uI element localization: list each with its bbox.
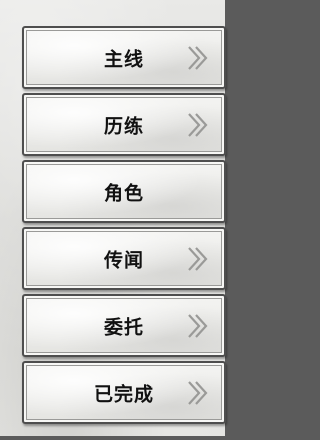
double-chevron-right-icon (186, 112, 210, 138)
double-chevron-right-icon (186, 45, 210, 71)
menu-item-label: 角色 (103, 182, 144, 204)
menu-item-rumors[interactable]: 传闻 (22, 227, 226, 290)
double-chevron-right-icon (186, 246, 210, 272)
menu-item-training[interactable]: 历练 (22, 93, 226, 156)
menu-item-commissions[interactable]: 委托 (22, 294, 226, 357)
quest-category-menu: 主线 历练 角色 传闻 委托 已完成 (22, 26, 226, 428)
double-chevron-right-icon (186, 313, 210, 339)
menu-item-character[interactable]: 角色 (22, 160, 226, 223)
menu-item-main-quest[interactable]: 主线 (22, 26, 226, 89)
quest-menu-panel: 主线 历练 角色 传闻 委托 已完成 (0, 0, 231, 440)
menu-item-completed[interactable]: 已完成 (22, 361, 226, 424)
double-chevron-right-icon (186, 380, 210, 406)
